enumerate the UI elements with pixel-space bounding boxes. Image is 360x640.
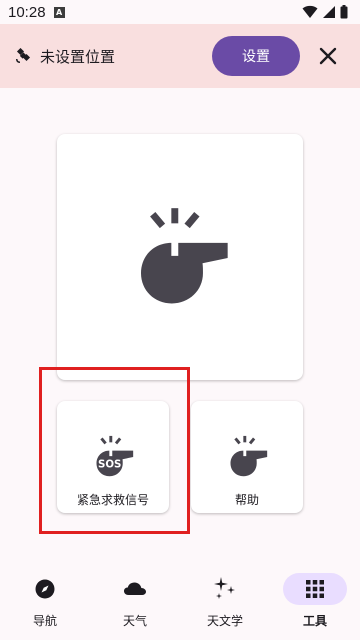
signal-icon (323, 6, 335, 18)
status-time: 10:28 (8, 3, 46, 21)
sparkles-icon (214, 577, 235, 599)
whistle-icon (230, 435, 268, 477)
nav-item-astronomy[interactable]: 天文学 (180, 560, 270, 640)
satellite-icon (16, 48, 31, 63)
nav-label: 天气 (122, 614, 147, 628)
main-tool-card[interactable] (57, 134, 303, 380)
help-tool-card[interactable]: 帮助 (191, 401, 303, 513)
battery-icon (340, 5, 348, 19)
nav-label: 工具 (302, 614, 327, 628)
banner-message: 未设置位置 (40, 48, 116, 66)
location-banner: 未设置位置 设置 (0, 24, 360, 88)
status-indicators (302, 5, 348, 19)
nav-label: 导航 (32, 614, 57, 628)
close-icon[interactable] (316, 44, 340, 68)
nav-item-weather[interactable]: 天气 (90, 560, 180, 640)
cloud-icon (124, 582, 146, 595)
wifi-icon (302, 5, 318, 18)
bottom-nav: 导航 天气 天文学 工具 (0, 560, 360, 640)
status-bar: 10:28 A (0, 0, 360, 24)
grid-icon (306, 580, 324, 598)
highlight-box (39, 367, 190, 534)
nav-item-navigation[interactable]: 导航 (0, 560, 90, 640)
nav-label: 天文学 (206, 614, 243, 628)
whistle-icon (141, 208, 228, 304)
set-location-button[interactable]: 设置 (212, 36, 300, 76)
help-label: 帮助 (234, 493, 259, 507)
compass-icon (35, 579, 55, 599)
notification-badge-icon: A (53, 6, 65, 18)
nav-item-tools[interactable]: 工具 (270, 560, 360, 640)
